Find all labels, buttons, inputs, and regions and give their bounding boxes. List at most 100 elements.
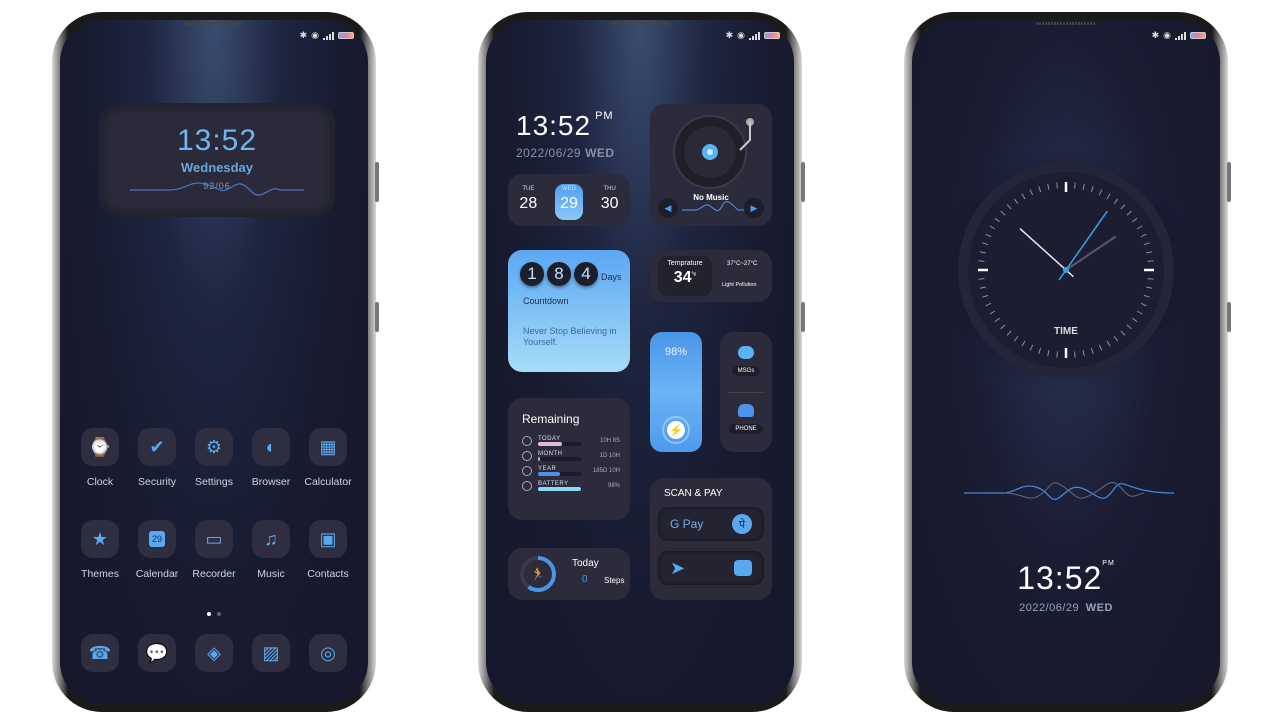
clock-tick: [1136, 225, 1143, 230]
music-note-icon: ♫: [252, 520, 290, 558]
app-security[interactable]: ✔ Security: [129, 428, 185, 488]
remaining-value: 98%: [607, 483, 620, 489]
app-camera-icon[interactable]: ◎: [300, 634, 356, 672]
countdown-quote: Never Stop Believing in Yourself.: [523, 326, 617, 347]
app-gallery-icon[interactable]: ▨: [243, 634, 299, 672]
countdown-digit: 4: [574, 262, 598, 286]
steps-widget[interactable]: 🏃 Today 0 Steps: [508, 548, 630, 600]
clock-tick: [979, 251, 986, 254]
clock-tick: [1029, 344, 1034, 351]
clock-tick: [1143, 294, 1150, 298]
battery-widget[interactable]: 98% ⚡: [650, 332, 702, 452]
phone-shortcut[interactable]: PHONE: [720, 404, 772, 435]
time: 13:52: [1017, 560, 1103, 596]
clock-tick: [1090, 186, 1094, 193]
app-phone-icon[interactable]: ☎: [72, 634, 128, 672]
app-label: Calendar: [135, 568, 179, 580]
calendar-day[interactable]: TUE 28: [514, 184, 542, 220]
app-settings[interactable]: ⚙ Settings: [186, 428, 242, 488]
clock-tick: [1082, 350, 1085, 357]
clock-center: [1063, 267, 1069, 273]
app-contacts[interactable]: ▣ Contacts: [300, 520, 356, 580]
remaining-icon: [522, 466, 532, 476]
clock-time: 13:52: [176, 124, 258, 157]
app-calendar[interactable]: 29 Calendar: [129, 520, 185, 580]
tag-icon: ◈: [195, 634, 233, 672]
remaining-bar: [538, 472, 582, 476]
app-music[interactable]: ♫ Music: [243, 520, 299, 580]
msgs-label: MSGs: [731, 366, 761, 376]
app-tag-icon[interactable]: ◈: [186, 634, 242, 672]
screen: ✱ ◉ 13:52 Wednesday 92/06 ⌚ Clock ✔ Securit…: [60, 20, 368, 704]
gpay-row: G Pay पे: [658, 507, 764, 541]
countdown-digits: 1 8 4 Days: [520, 262, 622, 286]
status-bar: ✱ ◉: [726, 30, 780, 41]
temperature-widget[interactable]: Temprature 34°c 37°C~27°C Light Pollutio…: [650, 250, 772, 302]
bluetooth-icon: ✱: [1151, 30, 1160, 40]
clock-tick: [1147, 260, 1154, 262]
previous-track-button[interactable]: ◀: [658, 198, 678, 218]
countdown-widget[interactable]: 1 8 4 Days Countdown Never Stop Believin…: [508, 250, 630, 372]
app-message-icon[interactable]: 💬: [129, 634, 185, 672]
remaining-icon: [522, 436, 532, 446]
clock-tick: [979, 286, 986, 289]
clock-tick: [1098, 344, 1103, 351]
clock-tick: [1047, 350, 1050, 357]
clock-tick: [1143, 242, 1150, 246]
phone-widgets-screen: ✱ ◉ 13:52 PM 2022/06/29 WED TUE 28 WED 29 THU 3…: [478, 12, 805, 712]
phonepe-button[interactable]: पे: [732, 514, 752, 534]
page-dot-active[interactable]: [207, 612, 211, 616]
volume-button: [1227, 162, 1231, 202]
calendar-day[interactable]: WED 29: [554, 184, 583, 220]
clock-tick: [1000, 210, 1006, 216]
planet-icon: ◐: [252, 428, 290, 466]
hour-hand: [1065, 235, 1117, 271]
clock-tick: [1082, 183, 1085, 190]
countdown-digit: 8: [547, 262, 571, 286]
clock-tick: [1013, 336, 1019, 342]
calendar-day[interactable]: THU 30: [596, 184, 624, 220]
app-clock[interactable]: ⌚ Clock: [72, 428, 128, 488]
countdown-label: Countdown: [523, 296, 569, 306]
clock-widget[interactable]: 13:52 Wednesday 92/06: [102, 106, 332, 214]
shop-icon[interactable]: [734, 560, 752, 576]
temperature-number: 34: [673, 269, 692, 286]
music-widget[interactable]: No Music ◀ ▶: [650, 104, 772, 226]
next-track-button[interactable]: ▶: [744, 198, 764, 218]
volume-button: [375, 162, 379, 202]
remaining-title: Remaining: [522, 412, 580, 426]
msgs-shortcut[interactable]: MSGs: [720, 346, 772, 377]
countdown-unit: Days: [601, 272, 622, 282]
app-browser[interactable]: ◐ Browser: [243, 428, 299, 488]
speaker-grille: [184, 22, 244, 25]
message-icon: [738, 346, 754, 359]
lock-time: 13:52PM: [912, 560, 1220, 597]
remaining-widget[interactable]: Remaining TODAY 10H 8S MONTH 1D 10H YEAR 185D…: [508, 398, 630, 520]
page-indicator[interactable]: [207, 612, 221, 616]
star-brush-icon: ★: [81, 520, 119, 558]
clock-tick: [1056, 351, 1058, 358]
remaining-row: TODAY 10H 8S: [522, 436, 620, 446]
app-label: Themes: [81, 568, 119, 580]
calendar-widget[interactable]: TUE 28 WED 29 THU 30: [508, 174, 630, 226]
remaining-bar: [538, 442, 582, 446]
remaining-icon: [522, 481, 532, 491]
app-recorder[interactable]: ▭ Recorder: [186, 520, 242, 580]
clock-tick: [989, 225, 996, 230]
app-themes[interactable]: ★ Themes: [72, 520, 128, 580]
page-dot[interactable]: [217, 612, 221, 616]
app-label: Recorder: [192, 568, 236, 580]
clock-tick: [1029, 189, 1034, 196]
charging-icon: ⚡: [662, 416, 690, 444]
app-label: Browser: [251, 476, 291, 488]
signal-icon: [1175, 31, 1186, 40]
app-calculator[interactable]: ▦ Calculator: [300, 428, 356, 488]
gpay-button[interactable]: G Pay: [670, 517, 703, 531]
clock-tick: [1047, 183, 1050, 190]
remaining-bar: [538, 487, 582, 491]
nfc-icon: ◉: [311, 30, 319, 40]
clock-tick: [1140, 233, 1147, 238]
voice-wave: [964, 481, 1174, 500]
power-button: [801, 302, 805, 332]
telegram-icon[interactable]: ➤: [670, 558, 685, 579]
